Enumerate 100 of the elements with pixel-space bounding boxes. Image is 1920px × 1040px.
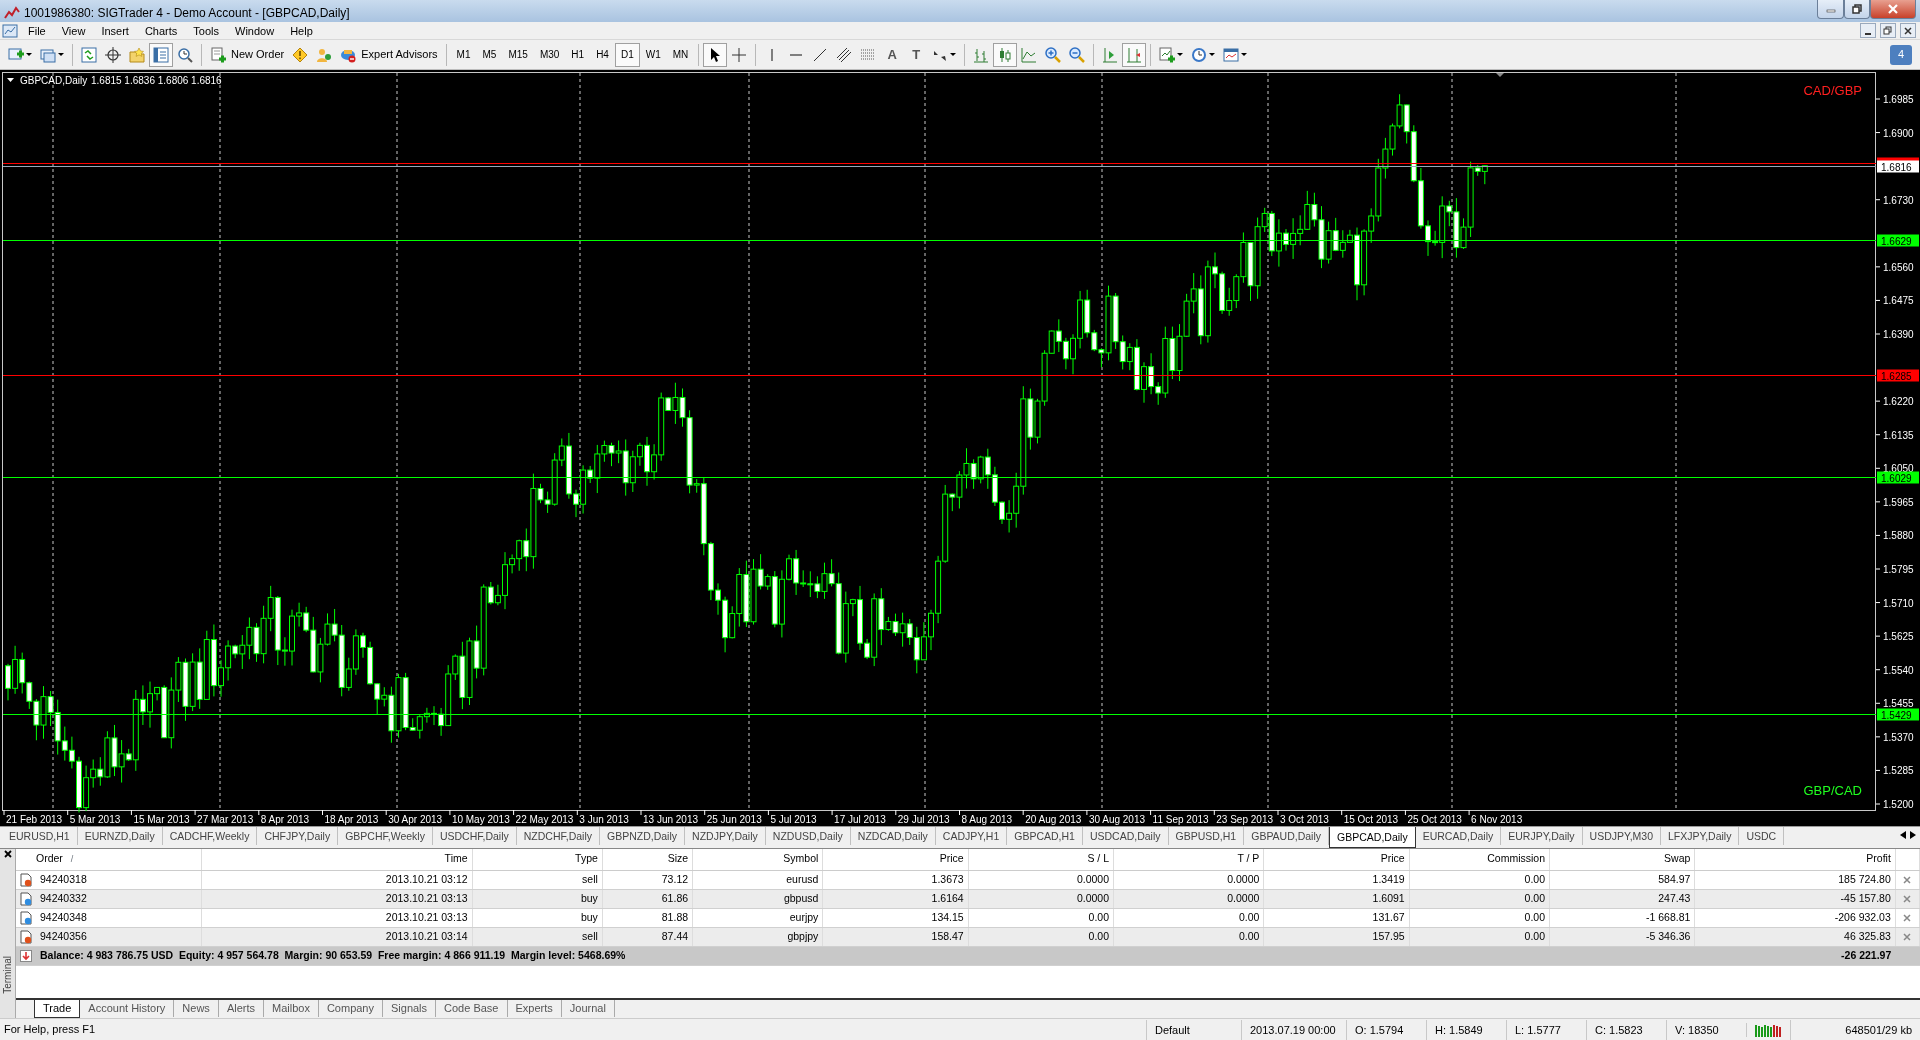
chart-tab[interactable]: USDJPY,M30 <box>1582 827 1661 845</box>
table-cell: sell <box>582 929 598 942</box>
table-cell: 0.00 <box>1088 910 1109 923</box>
timeframe-button[interactable]: M30 <box>533 42 566 67</box>
table-cell: 131.67 <box>1372 910 1405 923</box>
restore-icon[interactable] <box>1883 25 1893 36</box>
chart-tab[interactable]: USDCHF,Daily <box>432 827 517 845</box>
chart-tab[interactable]: EURCAD,Daily <box>1415 827 1502 845</box>
chart-tab[interactable]: CADCHF,Weekly <box>162 827 258 845</box>
table-cell: 2013.10.21 03:13 <box>385 910 468 923</box>
column-header[interactable]: Price <box>1380 852 1405 865</box>
date-tick: 30 Aug 2013 <box>1088 814 1146 825</box>
chart-tab[interactable]: NZDJPY,Daily <box>685 827 766 845</box>
timeframe-button[interactable]: MN <box>666 42 695 67</box>
chart-tab[interactable]: NZDCHF,Daily <box>516 827 601 845</box>
price-tick: 1.5795 <box>1883 564 1914 575</box>
column-header[interactable]: S / L <box>1087 852 1109 865</box>
timeframe-button[interactable]: M5 <box>476 42 503 67</box>
table-cell: -5 346.36 <box>1645 929 1691 942</box>
line-chart-icon <box>1021 46 1038 63</box>
chart-tab[interactable]: CADJPY,H1 <box>935 827 1008 845</box>
close-icon[interactable] <box>2 849 13 859</box>
terminal-tab[interactable]: Experts <box>507 1000 562 1017</box>
timeframe-button[interactable]: M15 <box>502 42 534 67</box>
trend-line-icon <box>812 46 829 63</box>
chart-tab[interactable]: GBPCAD,H1 <box>1007 827 1083 845</box>
table-cell: 87.44 <box>661 929 689 942</box>
chart-tab[interactable]: EURNZD,Daily <box>77 827 163 845</box>
text-tool-button[interactable]: A <box>880 42 905 67</box>
chart-tab[interactable]: NZDCAD,Daily <box>850 827 936 845</box>
indicator-add-icon <box>1159 46 1176 63</box>
table-cell: 0.0000 <box>1227 891 1260 904</box>
toolbar-button[interactable]: Expert Advisors <box>336 42 442 67</box>
scroll-right-icon[interactable] <box>1910 831 1916 839</box>
caret-icon <box>58 53 64 56</box>
terminal-tab[interactable]: Trade <box>34 1000 81 1018</box>
menu-item[interactable]: Charts <box>136 21 186 40</box>
timeframe-button[interactable]: H4 <box>590 42 615 67</box>
caret-icon <box>1177 53 1184 56</box>
terminal-tab[interactable]: Journal <box>561 1000 615 1017</box>
terminal-tab[interactable]: Code Base <box>436 1000 508 1017</box>
scroll-left-icon[interactable] <box>1900 831 1906 839</box>
shift-marker-icon[interactable] <box>1496 73 1504 77</box>
date-tick: 15 Oct 2013 <box>1343 814 1399 825</box>
chart-tab[interactable]: GBPNZD,Daily <box>600 827 686 845</box>
terminal-tab[interactable]: Mailbox <box>264 1000 319 1017</box>
date-tick: 8 Apr 2013 <box>260 814 310 825</box>
column-header[interactable]: T / P <box>1237 852 1260 865</box>
column-header[interactable]: Price <box>939 852 964 865</box>
chart-tab[interactable]: GBPCAD,Daily <box>1329 827 1416 848</box>
table-cell: 1.3673 <box>931 872 964 885</box>
menu-item[interactable]: File <box>20 21 54 40</box>
chart-tab[interactable]: EURJPY,Daily <box>1501 827 1583 845</box>
chart-tab[interactable]: GBPCHF,Weekly <box>338 827 433 845</box>
text-tool-button[interactable]: T <box>904 42 929 67</box>
terminal-tab[interactable]: Account History <box>80 1000 175 1017</box>
price-tick: 1.6900 <box>1883 127 1914 139</box>
table-cell: 0.00 <box>1088 929 1109 942</box>
chart-tab[interactable]: GBPUSD,H1 <box>1168 827 1245 845</box>
dropdown-triangle-icon[interactable] <box>7 78 14 82</box>
restore-icon[interactable] <box>1852 4 1862 14</box>
terminal-tab[interactable]: News <box>174 1000 219 1017</box>
terminal-tab[interactable]: Alerts <box>218 1000 264 1017</box>
column-header[interactable]: Commission <box>1487 852 1545 865</box>
timeframe-button[interactable]: H1 <box>565 42 591 67</box>
column-header[interactable]: Time <box>444 852 468 865</box>
new-chart-icon <box>8 46 24 63</box>
timeframe-button[interactable]: D1 <box>614 42 640 67</box>
column-header[interactable]: Symbol <box>783 852 819 865</box>
timeframe-button[interactable]: M1 <box>450 42 477 67</box>
buy-order-icon <box>20 891 32 906</box>
column-header[interactable]: Size <box>667 852 689 865</box>
price-chart[interactable] <box>0 70 1920 826</box>
toolbar-button[interactable]: New Order <box>206 42 289 67</box>
column-header[interactable]: Type <box>575 852 598 865</box>
menu-item[interactable]: Help <box>282 21 321 40</box>
menu-item[interactable]: Insert <box>93 21 137 40</box>
chart-tab[interactable]: USDCAD,Daily <box>1082 827 1169 845</box>
terminal-tab[interactable]: Signals <box>383 1000 437 1017</box>
column-header[interactable]: Profit <box>1866 852 1891 865</box>
menu-item[interactable]: Window <box>227 21 283 40</box>
chart-tab[interactable]: LFXJPY,Daily <box>1661 827 1740 845</box>
toolbar-button[interactable] <box>703 42 728 67</box>
chart-tab[interactable]: EURUSD,H1 <box>2 827 78 845</box>
table-cell: sell <box>582 872 598 885</box>
menu-item[interactable]: View <box>53 21 94 40</box>
chart-tab[interactable]: USDC <box>1739 827 1785 845</box>
chart-tab[interactable]: NZDUSD,Daily <box>765 827 851 845</box>
date-tick: 17 Jul 2013 <box>834 814 886 825</box>
column-header[interactable]: Order <box>36 852 63 865</box>
profile-name: Default <box>1146 1019 1241 1040</box>
notification-badge[interactable]: 4 <box>1890 44 1912 65</box>
terminal-tab[interactable]: Company <box>318 1000 383 1017</box>
menu-item[interactable]: Tools <box>185 21 227 40</box>
date-tick: 21 Feb 2013 <box>6 814 63 825</box>
column-header[interactable]: Swap <box>1664 852 1691 865</box>
close-icon[interactable] <box>1903 25 1913 36</box>
chart-tab[interactable]: CHFJPY,Daily <box>257 827 339 845</box>
price-tick: 1.6730 <box>1883 194 1914 206</box>
timeframe-button[interactable]: W1 <box>639 42 667 67</box>
